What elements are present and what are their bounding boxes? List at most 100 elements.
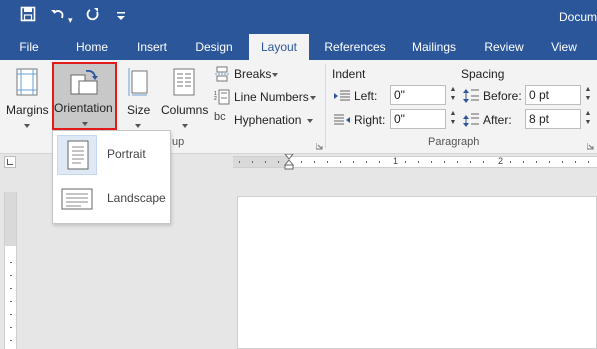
breaks-icon xyxy=(214,66,230,85)
ruler-tick xyxy=(252,161,253,163)
ruler-tick xyxy=(327,161,328,163)
orientation-menu: Portrait Landscape xyxy=(52,130,171,224)
orientation-label: Orientation xyxy=(54,101,113,115)
tab-mailings[interactable]: Mailings xyxy=(402,34,466,60)
tab-review[interactable]: Review xyxy=(476,34,532,60)
chevron-down-icon xyxy=(272,73,278,77)
ruler-tick xyxy=(510,161,511,163)
ruler-tick xyxy=(278,161,279,163)
ruler-tick xyxy=(575,161,576,163)
breaks-button[interactable]: Breaks xyxy=(214,64,284,84)
tab-home[interactable]: Home xyxy=(68,34,116,60)
line-numbers-icon: 12 xyxy=(214,89,230,108)
landscape-icon-box xyxy=(57,179,97,219)
margins-label: Margins xyxy=(6,103,49,117)
tab-selector[interactable] xyxy=(4,156,16,168)
chevron-down-icon xyxy=(82,122,88,126)
portrait-label: Portrait xyxy=(107,147,146,161)
ruler-tick xyxy=(10,327,12,328)
document-page[interactable] xyxy=(237,196,597,349)
line-numbers-label: Line Numbers xyxy=(234,90,309,104)
ruler-tick xyxy=(405,161,406,163)
margins-icon xyxy=(16,68,38,99)
page-setup-group-label: up xyxy=(172,136,185,148)
ruler-tick xyxy=(444,161,445,163)
indent-left-spinner[interactable]: ▲ ▼ xyxy=(448,85,458,105)
title-bar: ▾ Docum xyxy=(0,0,597,34)
indent-right-icon xyxy=(334,114,350,129)
indent-header: Indent xyxy=(332,67,366,81)
tab-references[interactable]: References xyxy=(318,34,392,60)
chevron-down-icon xyxy=(307,119,313,123)
redo-icon[interactable] xyxy=(85,6,101,28)
spacing-after-icon xyxy=(463,112,479,131)
indent-right-spinner[interactable]: ▲ ▼ xyxy=(448,109,458,129)
save-icon[interactable] xyxy=(20,6,36,28)
chevron-down-icon xyxy=(182,124,188,128)
undo-dropdown-icon[interactable]: ▾ xyxy=(68,10,73,30)
spacing-before-spinner[interactable]: ▲ ▼ xyxy=(583,85,593,105)
paragraph-group-label: Paragraph xyxy=(428,136,480,148)
spacing-header: Spacing xyxy=(461,67,505,81)
portrait-icon xyxy=(67,140,89,173)
indent-marker[interactable] xyxy=(283,153,295,173)
breaks-label: Breaks xyxy=(234,67,272,81)
ruler-tick xyxy=(10,288,12,289)
orientation-icon xyxy=(69,67,101,100)
ruler-tick xyxy=(483,161,484,163)
tab-layout[interactable]: Layout xyxy=(249,34,309,60)
indent-left-input[interactable]: 0" xyxy=(390,85,446,105)
ruler-tick xyxy=(562,161,563,163)
size-icon xyxy=(127,68,149,99)
columns-button[interactable]: Columns xyxy=(158,64,210,134)
paragraph-dialog-launcher-icon[interactable] xyxy=(586,139,594,153)
margins-button[interactable]: Margins xyxy=(4,64,49,134)
landscape-option[interactable]: Landscape xyxy=(57,179,167,219)
tab-design[interactable]: Design xyxy=(188,34,240,60)
spacing-before-icon xyxy=(463,88,479,107)
document-title: Docum xyxy=(559,10,597,24)
hyphenation-icon: bc xyxy=(214,111,226,123)
ruler-tick xyxy=(536,161,537,163)
columns-icon xyxy=(173,68,195,99)
indent-right-label: Right: xyxy=(354,113,386,127)
tab-view[interactable]: View xyxy=(542,34,586,60)
ruler-tick xyxy=(549,161,550,163)
ruler-margin-area xyxy=(5,192,16,246)
spacing-before-input[interactable]: 0 pt xyxy=(525,85,581,105)
size-label: Size xyxy=(127,103,151,117)
customize-quick-access-icon[interactable] xyxy=(117,9,125,29)
hyphenation-label: Hyphenation xyxy=(234,113,302,127)
ruler-tick xyxy=(340,161,341,163)
indent-left-icon xyxy=(334,90,350,105)
portrait-option[interactable]: Portrait xyxy=(57,135,167,175)
ruler-margin-area xyxy=(233,157,288,167)
line-numbers-button[interactable]: 12 Line Numbers xyxy=(214,87,318,107)
ruler-tick xyxy=(457,161,458,163)
spacing-after-input[interactable]: 8 pt xyxy=(525,109,581,129)
indent-right-input[interactable]: 0" xyxy=(390,109,446,129)
page-setup-dialog-launcher-icon[interactable] xyxy=(315,139,323,153)
spacing-after-spinner[interactable]: ▲ ▼ xyxy=(583,109,593,129)
ruler-tick xyxy=(10,275,12,276)
chevron-down-icon xyxy=(310,96,316,100)
ruler-tick xyxy=(10,314,12,315)
tab-file[interactable]: File xyxy=(10,34,48,60)
hyphenation-button[interactable]: bc Hyphenation xyxy=(214,110,316,130)
ruler-tick xyxy=(265,161,266,163)
ruler-tick xyxy=(353,161,354,163)
ruler-tick xyxy=(523,161,524,163)
columns-label: Columns xyxy=(161,103,209,117)
undo-icon[interactable] xyxy=(50,6,66,28)
ruler-tick xyxy=(10,301,12,302)
size-button[interactable]: Size xyxy=(123,64,153,134)
ruler-tick xyxy=(239,161,240,163)
tab-insert[interactable]: Insert xyxy=(128,34,176,60)
ruler-tick xyxy=(431,161,432,163)
ribbon-tab-bar: File Home Insert Design Layout Reference… xyxy=(0,34,597,60)
horizontal-ruler: 1 2 xyxy=(233,153,597,170)
orientation-button[interactable]: Orientation xyxy=(52,62,117,130)
portrait-icon-box xyxy=(57,135,97,175)
ruler-tick xyxy=(10,262,12,263)
ruler-tick xyxy=(10,340,12,341)
